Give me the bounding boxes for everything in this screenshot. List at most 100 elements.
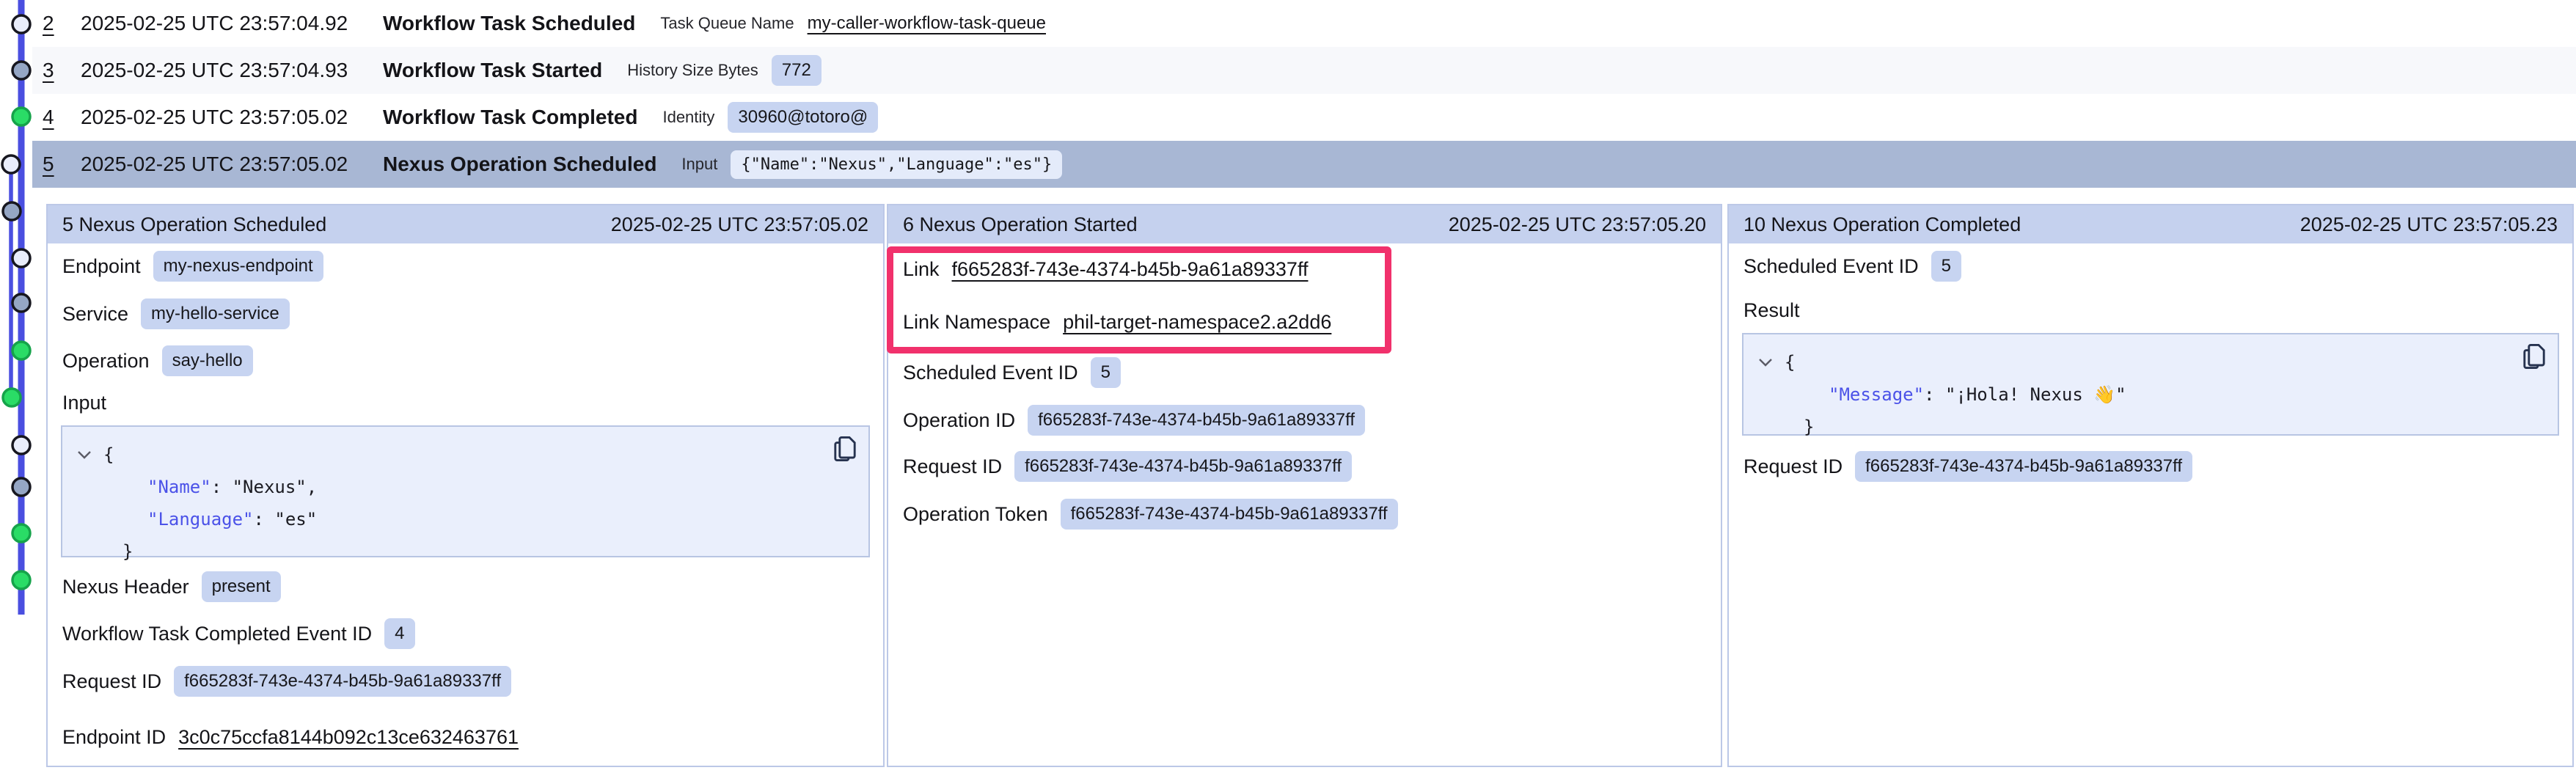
event-id-link[interactable]: 4 [43,106,81,129]
field-label: Input [62,392,106,414]
workflow-link[interactable]: f665283f-743e-4374-b45b-9a61a89337ff [952,258,1309,281]
field-label: Link [903,258,940,281]
event-dot-white [12,436,30,454]
field-label: Workflow Task Completed Event ID [62,623,372,645]
field-row-operation-token: Operation Token f665283f-743e-4374-b45b-… [903,497,1706,532]
workflow-history-screen: 2 2025-02-25 UTC 23:57:04.92 Workflow Ta… [0,0,2576,773]
field-row-link: Link f665283f-743e-4374-b45b-9a61a89337f… [903,252,1706,287]
event-id-link[interactable]: 5 [43,153,81,176]
json-value: : "¡Hola! Nexus 👋" [1924,378,2126,411]
task-queue-link[interactable]: my-caller-workflow-task-queue [808,13,1046,34]
event-timeline [0,0,35,773]
field-row-input-label: Input [62,385,868,420]
event-timestamp: 2025-02-25 UTC 23:57:04.93 [81,59,383,82]
field-label: Scheduled Event ID [903,362,1078,384]
json-value: : "es" [254,503,318,535]
field-value-badge: 5 [1091,357,1121,388]
field-row-request-id: Request ID f665283f-743e-4374-b45b-9a61a… [903,449,1706,484]
event-timestamp: 2025-02-25 UTC 23:57:04.92 [81,12,383,35]
json-key: "Message" [1829,378,1924,411]
field-value-badge: my-hello-service [141,298,290,329]
event-row-2[interactable]: 2 2025-02-25 UTC 23:57:04.92 Workflow Ta… [32,0,2576,47]
copy-icon[interactable] [833,436,857,472]
json-line: "Language": "es" [77,503,854,535]
json-value: : "Nexus", [211,471,318,503]
json-line: } [77,535,854,568]
event-attr-label: History Size Bytes [627,61,758,80]
field-label: Scheduled Event ID [1743,255,1919,278]
field-value-badge: f665283f-743e-4374-b45b-9a61a89337ff [1061,499,1398,530]
field-value-badge: f665283f-743e-4374-b45b-9a61a89337ff [174,666,511,697]
field-row-wft-completed-event-id: Workflow Task Completed Event ID 4 [62,616,868,651]
field-label: Request ID [62,670,161,693]
event-timestamp: 2025-02-25 UTC 23:57:05.02 [81,106,383,129]
field-row-result-label: Result [1743,293,2558,328]
event-name: Workflow Task Scheduled [383,12,635,35]
field-label: Operation [62,350,150,373]
panel-title: 6 Nexus Operation Started [903,213,1138,236]
panel-timestamp: 2025-02-25 UTC 23:57:05.23 [2300,213,2558,236]
json-open-brace: { [103,439,114,471]
event-timestamp: 2025-02-25 UTC 23:57:05.02 [81,153,383,176]
event-input-badge: {"Name":"Nexus","Language":"es"} [731,150,1062,179]
event-dot-gray-branch [3,202,21,220]
event-attr-label: Task Queue Name [660,14,794,33]
field-label: Request ID [1743,455,1843,478]
field-label: Endpoint ID [62,726,166,749]
event-attr-label: Identity [662,108,714,127]
event-row-3[interactable]: 3 2025-02-25 UTC 23:57:04.93 Workflow Ta… [32,47,2576,94]
chevron-down-icon[interactable] [77,450,103,460]
event-dot-white [12,249,30,267]
field-row-request-id: Request ID f665283f-743e-4374-b45b-9a61a… [1743,449,2558,484]
panel-nexus-operation-completed: 10 Nexus Operation Completed 2025-02-25 … [1727,204,2574,767]
panel-header: 10 Nexus Operation Completed 2025-02-25 … [1729,205,2572,243]
event-dot-white-branch [2,155,20,173]
event-row-4[interactable]: 4 2025-02-25 UTC 23:57:05.02 Workflow Ta… [32,94,2576,141]
event-id-link[interactable]: 2 [43,12,81,35]
namespace-link[interactable]: phil-target-namespace2.a2dd6 [1063,311,1331,334]
field-row-service: Service my-hello-service [62,296,868,331]
panel-timestamp: 2025-02-25 UTC 23:57:05.02 [611,213,868,236]
event-row-5-selected[interactable]: 5 2025-02-25 UTC 23:57:05.02 Nexus Opera… [32,141,2576,188]
event-dot-white [12,15,30,33]
chevron-down-icon[interactable] [1758,358,1785,367]
copy-icon[interactable] [2522,343,2546,380]
event-dot-gray [12,294,30,312]
event-attr-value-badge: 30960@totoro@ [728,102,878,133]
field-value-badge: f665283f-743e-4374-b45b-9a61a89337ff [1855,451,2192,482]
endpoint-id-link[interactable]: 3c0c75ccfa8144b092c13ce632463761 [178,726,519,749]
field-row-nexus-header: Nexus Header present [62,569,868,604]
field-row-scheduled-event-id: Scheduled Event ID 5 [903,355,1706,390]
event-id-link[interactable]: 3 [43,59,81,82]
field-row-operation-id: Operation ID f665283f-743e-4374-b45b-9a6… [903,403,1706,438]
panel-title: 10 Nexus Operation Completed [1743,213,2021,236]
json-close-brace: } [1804,411,1814,443]
json-close-brace: } [122,535,133,568]
json-line: { [77,439,854,471]
json-line: { [1758,346,2543,378]
event-dot-green [12,524,30,542]
panel-header: 6 Nexus Operation Started 2025-02-25 UTC… [888,205,1721,243]
event-attr-label: Input [681,155,717,174]
event-dot-gray [12,478,30,496]
event-dot-green-branch [3,389,21,406]
field-value-badge: f665283f-743e-4374-b45b-9a61a89337ff [1028,405,1365,436]
field-value-badge: 4 [384,618,414,649]
field-label: Operation Token [903,503,1048,526]
field-value-badge: my-nexus-endpoint [153,251,323,282]
panel-timestamp: 2025-02-25 UTC 23:57:05.20 [1449,213,1706,236]
field-row-endpoint-id: Endpoint ID 3c0c75ccfa8144b092c13ce63246… [62,719,868,755]
json-key: "Language" [147,503,254,535]
json-key: "Name" [147,471,211,503]
field-value-badge: 5 [1931,251,1961,282]
event-name: Nexus Operation Scheduled [383,153,656,176]
event-dot-green [12,108,30,125]
event-dot-gray [12,62,30,79]
panel-nexus-operation-started: 6 Nexus Operation Started 2025-02-25 UTC… [887,204,1722,767]
event-dot-green [12,342,30,359]
result-code-block: { "Message": "¡Hola! Nexus 👋" } [1742,333,2559,436]
json-line: "Name": "Nexus", [77,471,854,503]
field-label: Endpoint [62,255,141,278]
panel-nexus-operation-scheduled: 5 Nexus Operation Scheduled 2025-02-25 U… [46,204,885,767]
event-name: Workflow Task Completed [383,106,637,129]
